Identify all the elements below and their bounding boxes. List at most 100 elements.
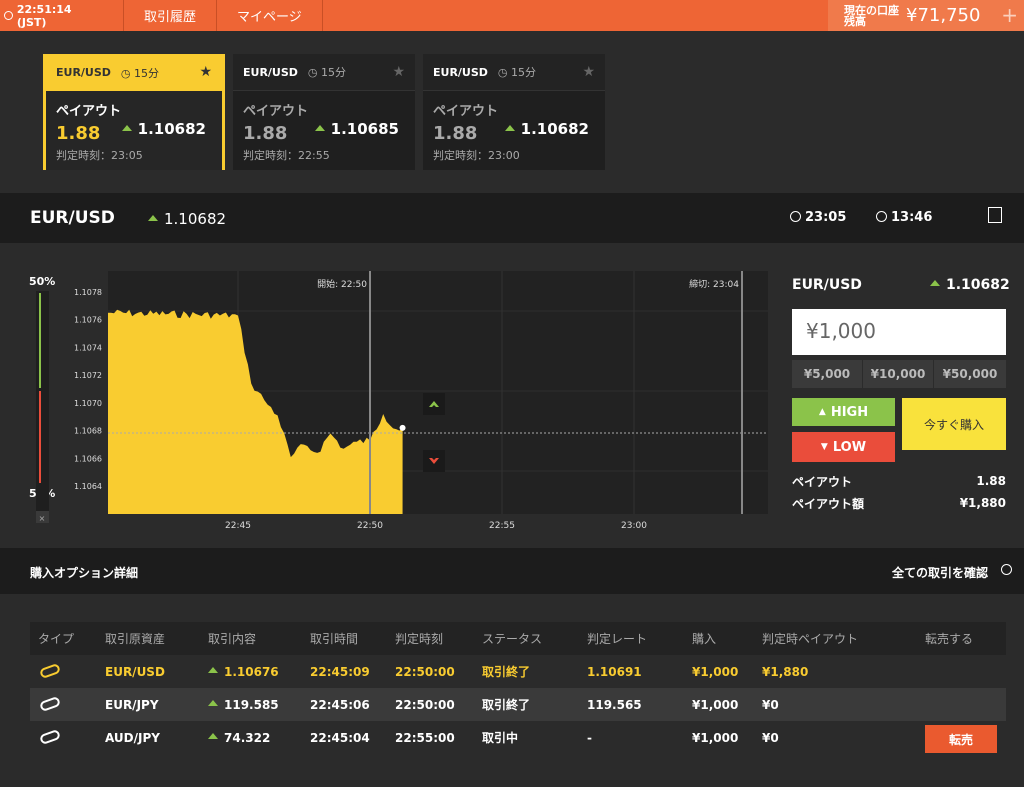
col-time: 取引時間 <box>310 632 359 646</box>
row-content: 74.322 <box>208 731 270 745</box>
quick-amount-10000[interactable]: ¥10,000 <box>863 360 933 388</box>
up-arrow-icon <box>208 700 218 706</box>
card-judge-time: 判定時刻：23:00 <box>433 149 520 162</box>
close-time-text: 23:05 <box>805 210 847 225</box>
buy-now-button[interactable]: 今すぐ購入 <box>902 398 1006 450</box>
amount-input[interactable]: ¥1,000 <box>792 309 1006 355</box>
card-duration-text: 15分 <box>134 66 160 80</box>
panel-pair: EUR/USD <box>792 277 862 293</box>
row-rate: - <box>587 730 592 745</box>
payout-label: ペイアウト <box>792 475 853 489</box>
up-arrow-icon <box>148 214 158 221</box>
row-content: 1.10676 <box>208 665 279 679</box>
row-payout: ¥1,880 <box>762 664 809 679</box>
plus-icon[interactable]: + <box>1001 3 1018 27</box>
row-content-text: 1.10676 <box>224 664 279 679</box>
card-rate: 1.10685 <box>314 120 399 138</box>
chart-settings-icon[interactable] <box>988 207 1002 223</box>
card-header: EUR/USD ◷ 15分 ★ <box>46 54 222 91</box>
low-button[interactable]: ▼ LOW <box>792 432 895 462</box>
row-judge: 22:50:00 <box>395 664 455 679</box>
close-time: 23:05 <box>790 210 846 225</box>
col-buy: 購入 <box>692 632 717 646</box>
search-icon[interactable] <box>1001 564 1012 575</box>
card-payout-value: 1.88 <box>433 123 478 144</box>
history-link[interactable]: 取引履歴 <box>124 0 218 31</box>
y-tick-label: 1.1072 <box>74 371 102 380</box>
row-payout: ¥0 <box>762 730 779 745</box>
card-duration: ◷ 15分 <box>120 66 160 80</box>
card-judge-time: 判定時刻：22:55 <box>243 149 330 162</box>
card-payout-label: ペイアウト <box>56 104 122 119</box>
card-payout-label: ペイアウト <box>243 104 309 119</box>
chart-rate-text: 1.10682 <box>164 210 227 228</box>
x-ticks: 22:45 22:50 22:55 23:00 <box>225 521 647 531</box>
card-rate: 1.10682 <box>121 120 206 138</box>
row-payout: ¥0 <box>762 697 779 712</box>
card-duration: ◷ 15分 <box>497 66 537 79</box>
server-clock: 22:51:14 (JST) <box>0 0 124 31</box>
y-tick-label: 1.1074 <box>74 343 102 352</box>
panel-rate-text: 1.10682 <box>946 277 1010 293</box>
link-icon <box>38 662 62 679</box>
card-pair: EUR/USD <box>433 65 488 79</box>
details-title: 購入オプション詳細 <box>30 566 139 580</box>
high-button[interactable]: ▲ HIGH <box>792 398 895 426</box>
star-icon[interactable]: ★ <box>199 64 212 80</box>
clock-text: 22:51:14 (JST) <box>16 2 72 29</box>
asset-card-1[interactable]: EUR/USD ◷ 15分 ★ ペイアウト 1.88 1.10682 判定時刻：… <box>43 54 225 170</box>
chart-area: 50% 50% × 1.10781.10761.10741.10721.1070… <box>0 243 1024 547</box>
y-tick-label: 1.1078 <box>74 288 102 297</box>
collapse-icon[interactable]: × <box>39 514 46 523</box>
resell-button[interactable]: 転売 <box>925 725 997 753</box>
row-rate: 119.565 <box>587 697 642 712</box>
chart-header: EUR/USD 1.10682 23:05 13:46 <box>0 193 1024 243</box>
up-arrow-icon <box>208 667 218 673</box>
row-status: 取引終了 <box>482 665 531 679</box>
row-content-text: 74.322 <box>224 730 271 745</box>
col-asset: 取引原資産 <box>105 632 166 646</box>
y-tick-label: 1.1076 <box>74 316 102 325</box>
asset-card-3[interactable]: EUR/USD ◷ 15分 ★ ペイアウト 1.88 1.10682 判定時刻：… <box>423 54 605 170</box>
up-arrow-icon <box>208 733 218 739</box>
row-buy: ¥1,000 <box>692 697 739 712</box>
table-row[interactable]: EUR/JPY 119.585 22:45:06 22:50:00 取引終了 1… <box>30 688 1006 721</box>
row-content: 119.585 <box>208 698 279 712</box>
balance-box: 現在の口座残高 ¥71,750 + <box>828 0 1024 31</box>
clock-icon <box>4 11 13 20</box>
asset-cards: EUR/USD ◷ 15分 ★ ペイアウト 1.88 1.10682 判定時刻：… <box>43 54 605 170</box>
star-icon[interactable]: ★ <box>392 64 405 80</box>
up-arrow-icon <box>121 124 132 131</box>
chart-pair: EUR/USD <box>30 208 115 228</box>
card-duration: ◷ 15分 <box>307 66 347 79</box>
x-tick-label: 22:45 <box>225 521 251 531</box>
col-type: タイプ <box>38 632 75 646</box>
current-price-dot <box>399 424 406 431</box>
panel-rate: 1.10682 <box>930 277 1010 293</box>
top-bar: 22:51:14 (JST) 取引履歴 マイページ 現在の口座残高 ¥71,75… <box>0 0 1024 31</box>
sentiment-meter <box>36 291 49 521</box>
table-row[interactable]: EUR/USD 1.10676 22:45:09 22:50:00 取引終了 1… <box>30 655 1006 688</box>
up-arrow-icon <box>504 124 515 131</box>
quick-amount-5000[interactable]: ¥5,000 <box>792 360 862 388</box>
table-row[interactable]: AUD/JPY 74.322 22:45:04 22:55:00 取引中 - ¥… <box>30 721 1006 754</box>
mypage-link[interactable]: マイページ <box>217 0 323 31</box>
y-tick-label: 1.1066 <box>74 454 102 463</box>
end-label: 締切: 23:04 <box>689 278 739 290</box>
card-rate-text: 1.10682 <box>137 120 206 138</box>
row-time: 22:45:04 <box>310 730 370 745</box>
star-icon[interactable]: ★ <box>582 64 595 80</box>
down-arrow-icon: ▼ <box>820 442 828 452</box>
y-tick-label: 1.1068 <box>74 427 102 436</box>
row-time: 22:45:09 <box>310 664 370 679</box>
up-arrow-icon: ▲ <box>818 407 826 417</box>
x-tick-label: 23:00 <box>621 521 647 531</box>
asset-card-2[interactable]: EUR/USD ◷ 15分 ★ ペイアウト 1.88 1.10685 判定時刻：… <box>233 54 415 170</box>
view-all-trades-link[interactable]: 全ての取引を確認 <box>892 564 988 581</box>
payout-value: 1.88 <box>976 474 1006 488</box>
payout-amount-label: ペイアウト額 <box>792 497 865 511</box>
card-pair: EUR/USD <box>56 66 111 79</box>
quick-amount-50000[interactable]: ¥50,000 <box>934 360 1006 388</box>
card-judge-time: 判定時刻：23:05 <box>56 149 143 162</box>
high-label: HIGH <box>830 404 869 420</box>
